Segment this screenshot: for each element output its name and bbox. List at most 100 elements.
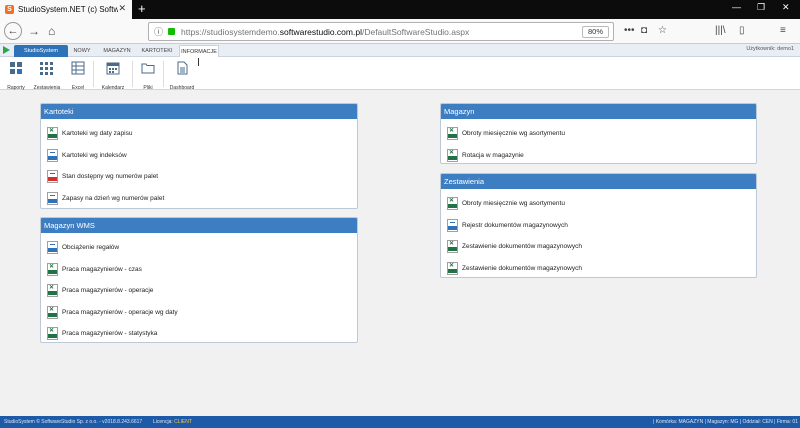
user-label: Użytkownik: demo1 bbox=[746, 46, 794, 52]
status-bar: StudioSystem © SoftwareStudio Sp. z o.o.… bbox=[0, 416, 800, 428]
list-item-label: Praca magazynierów - operacje bbox=[62, 287, 154, 294]
excel-file-icon bbox=[47, 306, 58, 319]
list-item[interactable]: Rejestr dokumentów magazynowych bbox=[447, 219, 568, 232]
list-item-label: Praca magazynierów - operacje wg daty bbox=[62, 309, 178, 316]
panel-title: Magazyn bbox=[441, 104, 756, 119]
url-text: https://studiosystemdemo.softwarestudio.… bbox=[181, 26, 470, 37]
panel-magazyn: Magazyn Obroty miesięcznie wg asortyment… bbox=[440, 103, 757, 164]
excel-file-icon bbox=[447, 240, 458, 253]
list-item[interactable]: Rotacja w magazynie bbox=[447, 149, 524, 162]
status-license: Licencja: CLIENT bbox=[153, 419, 192, 425]
panel-title: Kartoteki bbox=[41, 104, 357, 119]
list-item-label: Zestawienie dokumentów magazynowych bbox=[462, 265, 582, 272]
excel-file-icon bbox=[447, 149, 458, 162]
list-item-label: Kartoteki wg daty zapisu bbox=[62, 130, 133, 137]
play-icon[interactable] bbox=[3, 46, 10, 54]
tab-studiosystem[interactable]: StudioSystem bbox=[14, 45, 68, 57]
panel-title: Zestawienia bbox=[441, 174, 756, 189]
back-icon[interactable]: ← bbox=[4, 22, 22, 40]
list-item[interactable]: Obroty miesięcznie wg asortymentu bbox=[447, 127, 565, 140]
list-item-label: Rejestr dokumentów magazynowych bbox=[462, 222, 568, 229]
lock-icon bbox=[168, 28, 176, 35]
dashboard-label: Dashboard bbox=[169, 85, 195, 91]
list-item[interactable]: Obciążenie regałów bbox=[47, 241, 119, 254]
window-close-icon[interactable]: ✕ bbox=[782, 2, 790, 13]
status-copyright: StudioSystem © SoftwareStudio Sp. z o.o.… bbox=[4, 419, 143, 425]
maximize-icon[interactable]: ❐ bbox=[757, 2, 765, 13]
text-cursor bbox=[198, 58, 199, 66]
list-item[interactable]: Zestawienie dokumentów magazynowych bbox=[447, 240, 582, 253]
list-item-label: Praca magazynierów - statystyka bbox=[62, 330, 158, 337]
dashboard-button[interactable]: Dashboard bbox=[169, 61, 195, 91]
forward-icon[interactable]: → bbox=[28, 24, 40, 38]
dashboard-icon bbox=[177, 61, 188, 75]
text-file-icon bbox=[47, 149, 58, 162]
excel-button[interactable]: Excel bbox=[68, 61, 88, 91]
calendar-icon bbox=[106, 62, 120, 75]
excel-file-icon bbox=[47, 263, 58, 276]
list-item[interactable]: Stan dostępny wg numerów palet bbox=[47, 170, 158, 183]
menu-icon[interactable]: ≡ bbox=[780, 25, 786, 36]
status-context: | Komórka: MAGAZYN | Magazyn: MG | Oddzi… bbox=[653, 419, 798, 425]
favicon-icon: S bbox=[5, 5, 14, 14]
excel-file-icon bbox=[447, 127, 458, 140]
pliki-button[interactable]: Pliki bbox=[138, 61, 158, 91]
app-menu-bar: StudioSystem NOWY MAGAZYN KARTOTEKI INFO… bbox=[0, 44, 800, 57]
text-file-icon bbox=[47, 192, 58, 205]
reports-label: Raporty bbox=[7, 85, 25, 91]
panel-title: Magazyn WMS bbox=[41, 218, 357, 233]
tab-magazyn[interactable]: MAGAZYN bbox=[100, 45, 134, 57]
grid-icon bbox=[40, 62, 53, 75]
panel-kartoteki: Kartoteki Kartoteki wg daty zapisu Karto… bbox=[40, 103, 358, 209]
list-item-label: Zapasy na dzień wg numerów palet bbox=[62, 195, 165, 202]
ribbon-separator bbox=[163, 61, 164, 87]
tab-informacje[interactable]: INFORMACJE bbox=[179, 45, 219, 57]
list-item[interactable]: Praca magazynierów - operacje wg daty bbox=[47, 306, 178, 319]
list-item-label: Rotacja w magazynie bbox=[462, 152, 524, 159]
list-item[interactable]: Praca magazynierów - czas bbox=[47, 263, 142, 276]
pdf-file-icon bbox=[47, 170, 58, 183]
pocket-icon[interactable]: ◘ bbox=[641, 25, 647, 36]
more-icon[interactable]: ••• bbox=[624, 25, 635, 36]
address-bar[interactable]: ⓘ https://studiosystemdemo.softwarestudi… bbox=[148, 22, 614, 41]
tab-nowy[interactable]: NOWY bbox=[70, 45, 94, 57]
list-item-label: Stan dostępny wg numerów palet bbox=[62, 173, 159, 180]
zestawienia-button[interactable]: Zestawienia bbox=[33, 61, 61, 91]
excel-file-icon bbox=[47, 127, 58, 140]
excel-file-icon bbox=[47, 284, 58, 297]
browser-nav-bar: ← → ⌂ ⓘ https://studiosystemdemo.softwar… bbox=[0, 19, 800, 44]
library-icon[interactable]: |||\ bbox=[715, 25, 726, 36]
bookmark-icon[interactable]: ☆ bbox=[658, 25, 667, 36]
browser-tab-bar: S StudioSystem.NET (c) Software ✕ + — ❐ … bbox=[0, 0, 800, 19]
list-item[interactable]: Kartoteki wg indeksów bbox=[47, 149, 127, 162]
new-tab-button[interactable]: + bbox=[138, 1, 146, 17]
list-item[interactable]: Praca magazynierów - operacje bbox=[47, 284, 153, 297]
folder-icon bbox=[141, 63, 155, 74]
reports-button[interactable]: Raporty bbox=[4, 61, 28, 91]
browser-tab[interactable]: S StudioSystem.NET (c) Software ✕ bbox=[0, 0, 132, 19]
panel-zestawienia: Zestawienia Obroty miesięcznie wg asorty… bbox=[440, 173, 757, 278]
excel-file-icon bbox=[447, 262, 458, 275]
tab-kartoteki[interactable]: KARTOTEKI bbox=[139, 45, 175, 57]
reports-icon bbox=[10, 62, 22, 74]
list-item[interactable]: Zapasy na dzień wg numerów palet bbox=[47, 192, 164, 205]
excel-icon bbox=[71, 61, 85, 75]
excel-file-icon bbox=[47, 327, 58, 340]
list-item[interactable]: Obroty miesięcznie wg asortymentu bbox=[447, 197, 565, 210]
list-item[interactable]: Praca magazynierów - statystyka bbox=[47, 327, 157, 340]
list-item[interactable]: Kartoteki wg daty zapisu bbox=[47, 127, 132, 140]
kalendarz-button[interactable]: Kalendarz bbox=[100, 61, 126, 91]
sidebar-icon[interactable]: ▯ bbox=[739, 25, 745, 36]
list-item-label: Praca magazynierów - czas bbox=[62, 266, 142, 273]
tab-close-icon[interactable]: ✕ bbox=[118, 3, 126, 14]
list-item-label: Zestawienie dokumentów magazynowych bbox=[462, 243, 582, 250]
info-icon[interactable]: ⓘ bbox=[154, 25, 163, 38]
zoom-level[interactable]: 80% bbox=[581, 26, 609, 38]
list-item[interactable]: Zestawienie dokumentów magazynowych bbox=[447, 262, 582, 275]
text-file-icon bbox=[47, 241, 58, 254]
list-item-label: Obroty miesięcznie wg asortymentu bbox=[462, 200, 565, 207]
home-icon[interactable]: ⌂ bbox=[48, 24, 55, 38]
tab-title: StudioSystem.NET (c) Software bbox=[18, 5, 118, 14]
minimize-icon[interactable]: — bbox=[732, 2, 741, 12]
list-item-label: Obciążenie regałów bbox=[62, 244, 120, 251]
